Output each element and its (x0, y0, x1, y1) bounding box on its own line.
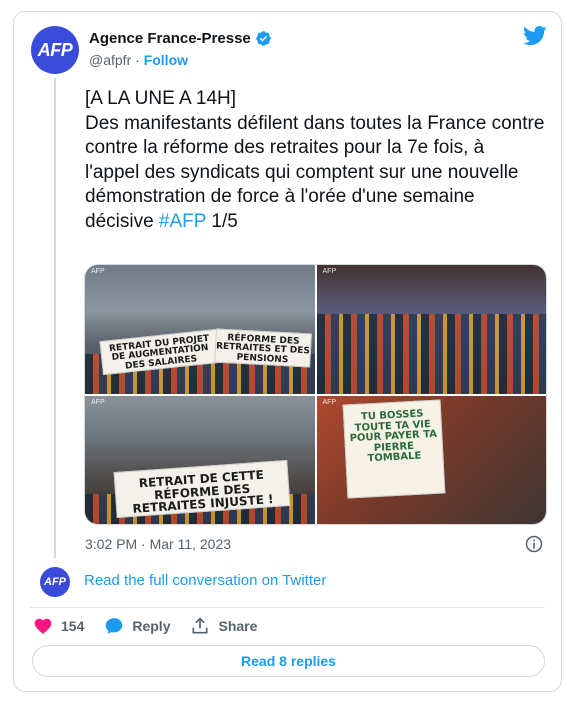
avatar-text: AFP (37, 39, 73, 60)
share-icon (192, 617, 208, 634)
tweet-text: [A LA UNE A 14H] Des manifestants défile… (85, 87, 547, 235)
tweet-suffix: 1/5 (206, 210, 238, 232)
author-name-row: Agence France-Presse (89, 30, 272, 47)
tweet-timestamp[interactable]: 3:02 PM · Mar 11, 2023 (85, 536, 231, 552)
reply-button[interactable]: Reply (104, 616, 170, 636)
media-photo-1[interactable]: AFP RETRAIT DU PROJET DE AUGMENTATION DE… (85, 265, 315, 394)
like-count: 154 (61, 618, 85, 634)
author-display-name[interactable]: Agence France-Presse (89, 30, 251, 47)
twitter-bird-icon[interactable] (523, 26, 547, 46)
tweet-line: Des manifestants défilent dans toutes la… (85, 112, 545, 134)
author-handle[interactable]: @afpfr (89, 52, 131, 68)
tweet-line: décisive (85, 210, 159, 232)
hashtag-link[interactable]: #AFP (159, 211, 206, 232)
reply-label: Reply (132, 618, 171, 634)
share-label: Share (218, 618, 258, 634)
photo-credit: AFP (91, 268, 105, 275)
reply-bubble-icon (106, 618, 123, 634)
media-photo-2[interactable]: AFP (316, 265, 546, 394)
crowd-image (316, 313, 546, 394)
footer-avatar-text: AFP (44, 576, 66, 588)
info-icon[interactable] (524, 534, 544, 554)
author-avatar[interactable]: AFP (31, 26, 79, 74)
heart-icon (34, 618, 52, 634)
follow-button[interactable]: Follow (144, 52, 188, 68)
media-grid: AFP RETRAIT DU PROJET DE AUGMENTATION DE… (84, 264, 547, 525)
action-bar: 154 Reply Share (33, 616, 277, 636)
protest-banner: RÉFORME DES RETRAITES ET DES PENSIONS (214, 328, 312, 368)
like-button[interactable]: 154 (33, 616, 84, 636)
divider (30, 607, 545, 608)
verified-badge-icon (255, 31, 271, 46)
author-handle-row: @afpfr · Follow (89, 52, 188, 68)
thread-line (54, 78, 56, 558)
tweet-card: AFP Agence France-Presse @afpfr · Follow… (13, 11, 562, 692)
tweet-line: l'appel des syndicats qui comptent sur u… (85, 161, 519, 183)
media-photo-4[interactable]: AFP TU BOSSES TOUTE TA VIE POUR PAYER TA… (316, 395, 546, 524)
tweet-line: [A LA UNE A 14H] (85, 88, 237, 109)
photo-credit: AFP (322, 268, 337, 275)
photo-credit: AFP (91, 398, 105, 406)
share-button[interactable]: Share (190, 616, 257, 636)
photo-credit: AFP (322, 398, 337, 406)
tweet-line: démonstration de force à l'orée d'une se… (85, 186, 475, 208)
protest-sign: TU BOSSES TOUTE TA VIE POUR PAYER TA PIE… (342, 398, 445, 499)
footer-avatar[interactable]: AFP (40, 567, 70, 597)
read-conversation-link[interactable]: Read the full conversation on Twitter (84, 572, 326, 589)
read-replies-button[interactable]: Read 8 replies (32, 645, 545, 677)
separator-dot: · (135, 52, 140, 68)
media-photo-3[interactable]: AFP RETRAIT DE CETTE RÉFORME DES RETRAIT… (85, 395, 315, 524)
tweet-line: contre la réforme des retraites pour la … (85, 137, 485, 159)
